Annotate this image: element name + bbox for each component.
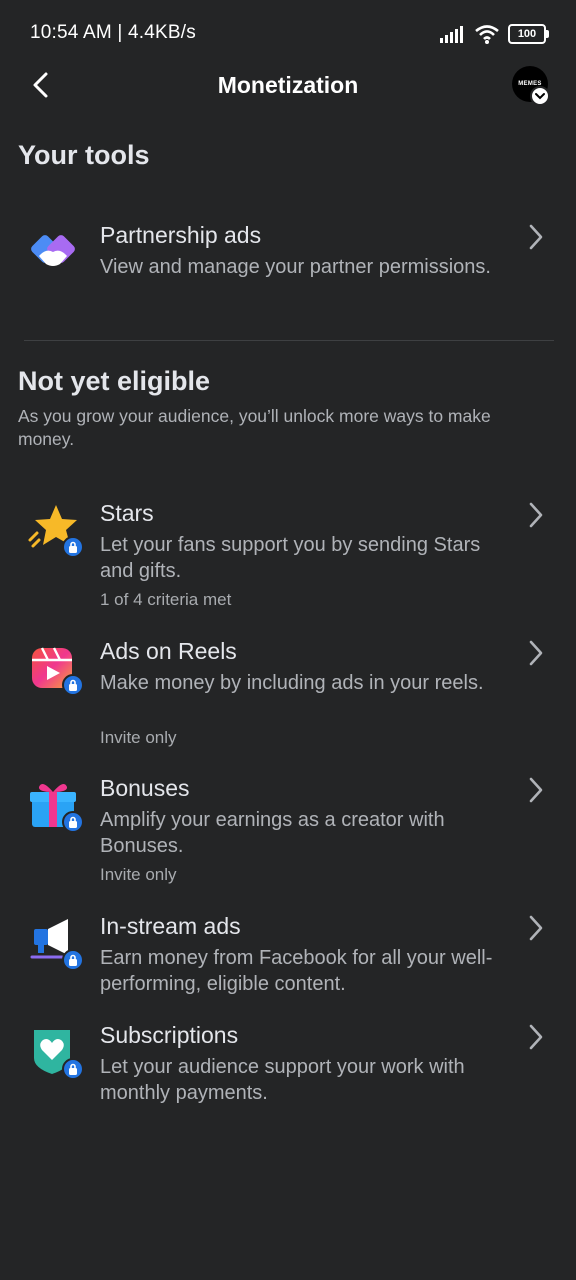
item-title: Ads on Reels: [100, 638, 237, 664]
item-description: Let your audience support your work with…: [100, 1056, 465, 1104]
lock-icon: [62, 949, 84, 971]
status-bar: 10:54 AM | 4.4KB/s 100: [0, 0, 576, 66]
chevron-right-icon: [529, 1024, 543, 1050]
item-title: Subscriptions: [100, 1022, 239, 1048]
chevron-down-icon[interactable]: [530, 86, 550, 106]
page-title: Monetization: [217, 72, 359, 98]
chevron-right-icon: [529, 777, 543, 803]
list-item-subscriptions[interactable]: Subscriptions Let your audience support …: [0, 1018, 576, 1118]
chevron-right-icon: [529, 915, 543, 941]
chevron-right-icon: [529, 224, 543, 250]
section-divider: [24, 340, 554, 341]
item-description: Make money by including ads in your reel…: [100, 672, 484, 694]
header: Monetization MEMES: [0, 66, 576, 122]
signal-icon: [440, 26, 463, 43]
status-icons: 100: [440, 22, 549, 46]
lock-icon: [62, 811, 84, 833]
battery-icon: 100: [508, 24, 549, 44]
list-item-ads-on-reels[interactable]: Ads on Reels Make money by including ads…: [0, 634, 576, 754]
item-status: Invite only: [100, 865, 177, 884]
item-description: Amplify your earnings as a creator with …: [100, 809, 445, 857]
chevron-right-icon: [529, 640, 543, 666]
tool-item-description: View and manage your partner permissions…: [100, 256, 491, 278]
item-description: Let your fans support you by sending Sta…: [100, 534, 481, 582]
section-title-your-tools: Your tools: [18, 140, 150, 170]
tool-item-partnership-ads[interactable]: Partnership ads View and manage your par…: [0, 218, 576, 318]
wifi-icon: [475, 25, 499, 44]
tool-item-title: Partnership ads: [100, 222, 262, 248]
lock-icon: [62, 536, 84, 558]
lock-icon: [62, 1058, 84, 1080]
handshake-icon: [31, 235, 75, 266]
section-description: As you grow your audience, you’ll unlock…: [18, 406, 491, 449]
lock-icon: [62, 674, 84, 696]
item-title: Stars: [100, 500, 154, 526]
list-item-in-stream-ads[interactable]: In-stream ads Earn money from Facebook f…: [0, 909, 576, 1009]
item-description: Earn money from Facebook for all your we…: [100, 947, 493, 995]
item-title: In-stream ads: [100, 913, 241, 939]
status-time: 10:54 AM | 4.4KB/s: [30, 22, 196, 43]
list-item-stars[interactable]: Stars Let your fans support you by sendi…: [0, 496, 576, 616]
list-item-bonuses[interactable]: Bonuses Amplify your earnings as a creat…: [0, 771, 576, 891]
item-status: Invite only: [100, 728, 177, 747]
section-title-not-eligible: Not yet eligible: [18, 366, 211, 396]
item-title: Bonuses: [100, 775, 190, 801]
chevron-right-icon: [529, 502, 543, 528]
item-criteria: 1 of 4 criteria met: [100, 590, 232, 609]
